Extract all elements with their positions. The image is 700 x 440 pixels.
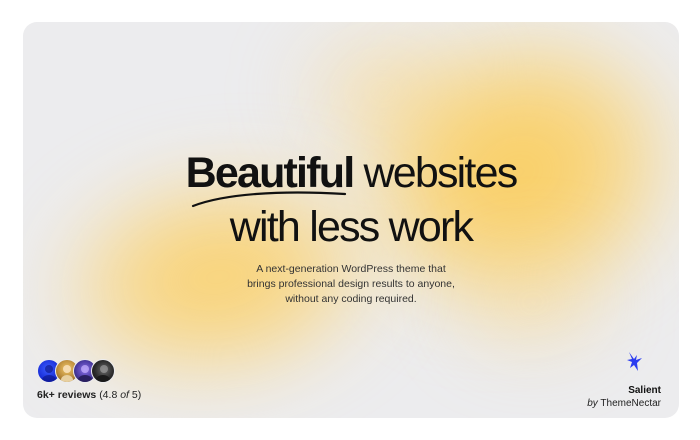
reviews-summary: 6k+ reviews (4.8 of 5) [37, 389, 141, 401]
description-line: brings professional design results to an… [247, 278, 455, 290]
description-line: without any coding required. [285, 293, 417, 305]
rating-open: (4.8 [99, 389, 118, 401]
reviews-count: 6k+ reviews [37, 389, 97, 401]
avatar [91, 359, 115, 383]
hero-card: Beautiful websites with less work A next… [23, 22, 679, 418]
hero-description: A next-generation WordPress theme that b… [23, 262, 679, 307]
brand-by-word: by [587, 398, 598, 409]
brand-company: ThemeNectar [600, 398, 661, 409]
headline-line-1: Beautiful websites [23, 150, 679, 196]
rating-close: 5) [131, 389, 142, 401]
hummingbird-icon [627, 352, 642, 371]
description-line: A next-generation WordPress theme that [256, 263, 446, 275]
headline-text: websites [363, 149, 519, 197]
rating-of: of [120, 389, 129, 401]
brand-name: Salient [628, 385, 661, 396]
brand-byline: by ThemeNectar [587, 398, 661, 409]
headline-line-2: with less work [229, 203, 474, 251]
reviewer-avatars [37, 359, 115, 383]
